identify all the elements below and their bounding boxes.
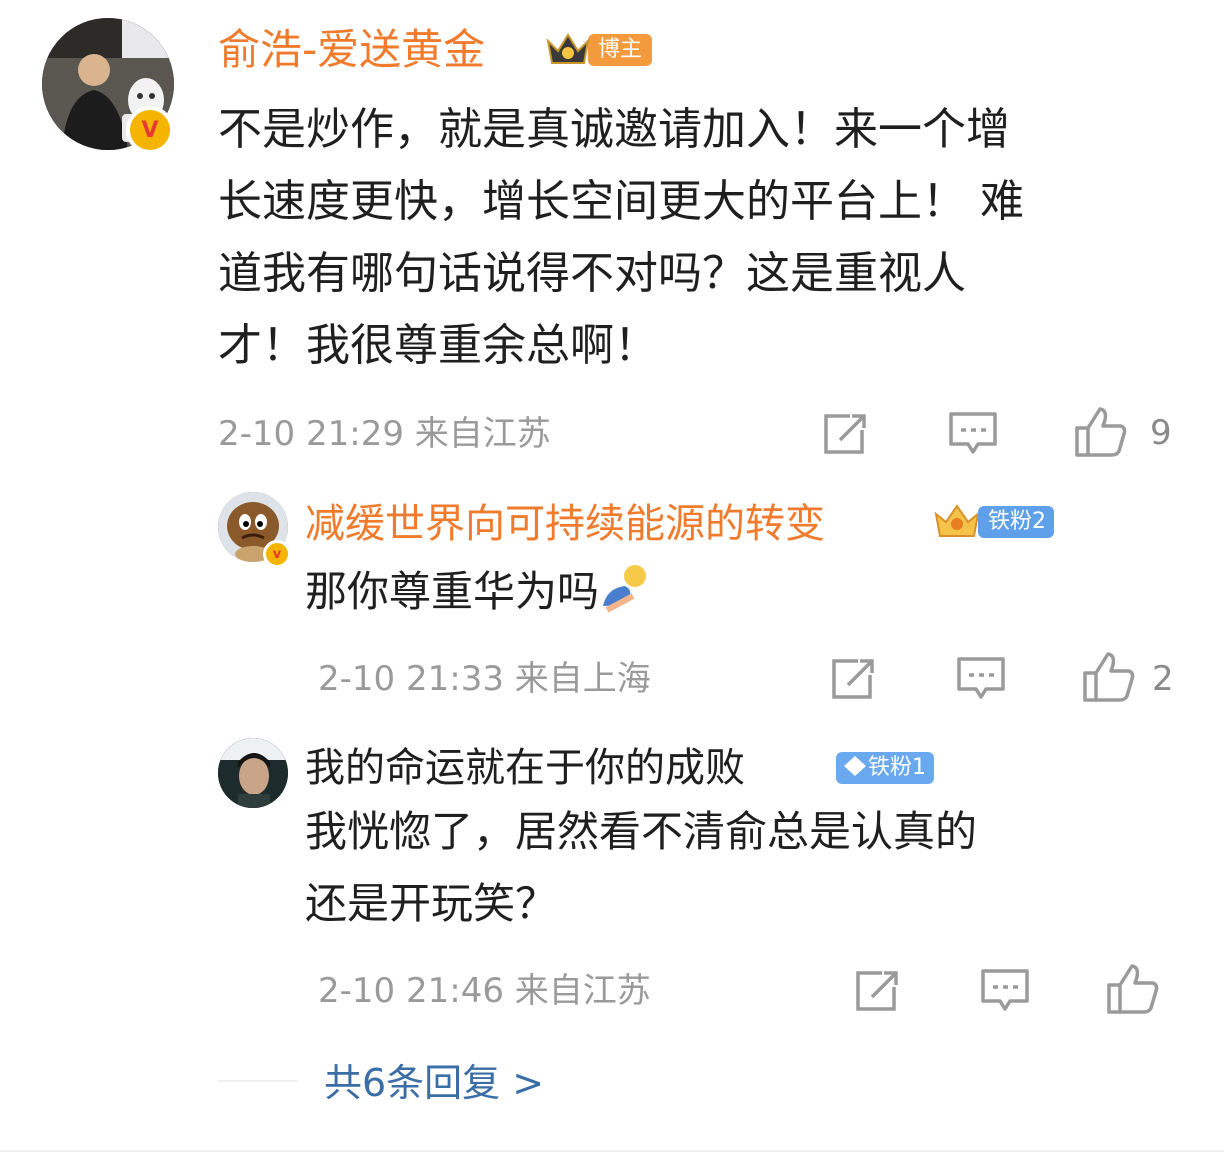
- post-text-line: 道我有哪句话说得不对吗？这是重视人: [218, 248, 966, 299]
- reply-text-line: 我恍惚了，居然看不清俞总是认真的: [305, 807, 978, 856]
- verified-v-icon: V: [126, 106, 174, 154]
- divider: [218, 1080, 298, 1082]
- post-author-name[interactable]: 俞浩-爱送黄金: [218, 22, 485, 78]
- reply-text-line: 那你尊重华为吗: [305, 556, 651, 628]
- diamond-icon: [844, 756, 866, 776]
- like-icon[interactable]: [1074, 406, 1128, 458]
- divider: [0, 1150, 1224, 1152]
- reply-avatar[interactable]: [218, 738, 288, 808]
- blogger-badge: 博主: [544, 30, 653, 70]
- fan-label: 铁粉1: [836, 752, 934, 784]
- crown-icon: [544, 31, 592, 69]
- fan-label: 铁粉2: [978, 506, 1054, 538]
- more-replies-link[interactable]: 共6条回复 >: [324, 1058, 544, 1108]
- share-icon[interactable]: [822, 412, 870, 456]
- post-text-line: 不是炒作，就是真诚邀请加入！来一个增: [218, 104, 1010, 155]
- reply-author-name[interactable]: 减缓世界向可持续能源的转变: [305, 496, 825, 552]
- comment-icon[interactable]: [948, 410, 998, 458]
- like-icon[interactable]: [1106, 963, 1160, 1015]
- like-icon[interactable]: [1082, 651, 1136, 703]
- like-count: 9: [1150, 413, 1172, 453]
- reply-text-line: 还是开玩笑？: [305, 879, 558, 928]
- post-text-line: 长速度更快，增长空间更大的平台上！ 难: [218, 176, 1024, 227]
- sleeping-emoji-icon: [603, 565, 647, 613]
- comment-icon[interactable]: [980, 967, 1030, 1015]
- like-count: 2: [1152, 659, 1174, 699]
- share-icon[interactable]: [830, 657, 878, 701]
- fan-badge: 铁粉2: [930, 504, 1054, 540]
- blogger-label: 博主: [588, 34, 653, 66]
- post-text-line: 才！我很尊重余总啊！: [218, 320, 658, 371]
- share-icon[interactable]: [854, 969, 902, 1013]
- comment-icon[interactable]: [956, 655, 1006, 703]
- crown-icon: [934, 504, 980, 537]
- reply-author-name[interactable]: 我的命运就在于你的成败: [305, 740, 745, 796]
- post-meta: 2-10 21:29 来自江苏: [218, 414, 551, 454]
- reply-meta: 2-10 21:33 来自上海: [318, 659, 651, 699]
- verified-v-icon: v: [263, 540, 291, 568]
- fan-badge: 铁粉1: [836, 750, 934, 786]
- reply-meta: 2-10 21:46 来自江苏: [318, 971, 651, 1011]
